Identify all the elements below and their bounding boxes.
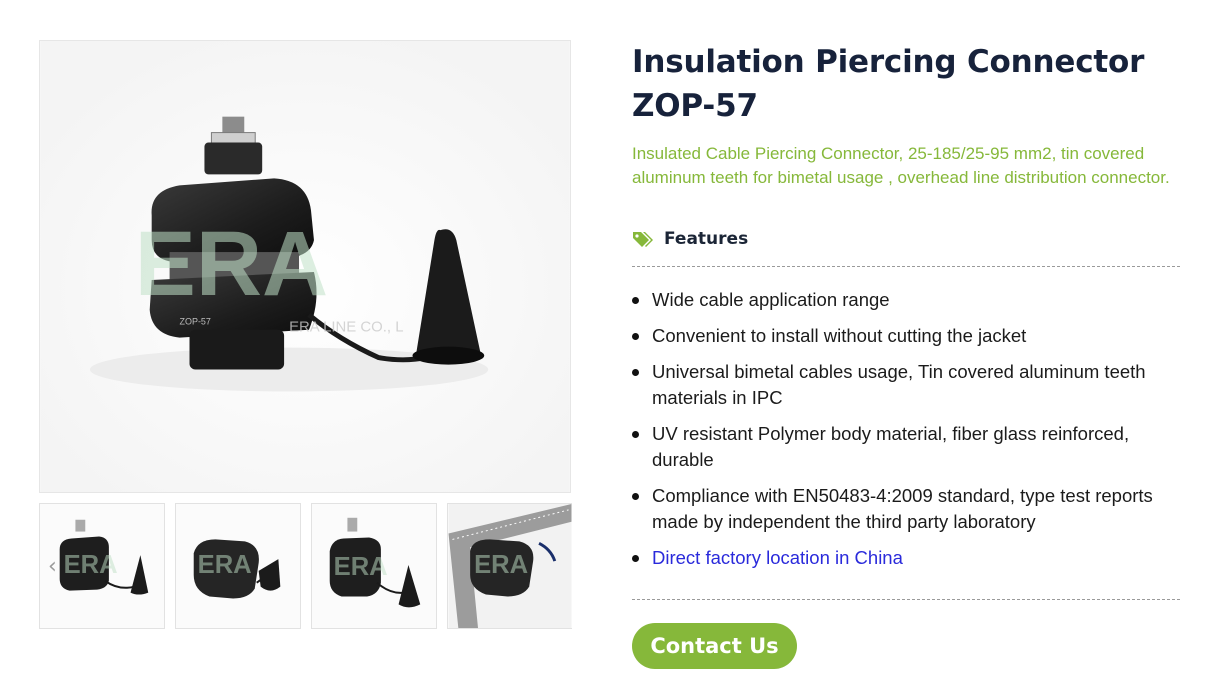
main-product-image[interactable]: ZOP-57 ERA ERA LINE CO., L xyxy=(39,40,571,493)
thumbnail-ruler-view[interactable]: ERA xyxy=(447,503,572,629)
divider xyxy=(632,599,1180,600)
svg-text:ERA LINE CO., L: ERA LINE CO., L xyxy=(289,319,403,336)
product-details: Insulation Piercing Connector ZOP-57 Ins… xyxy=(632,40,1180,669)
tag-icon xyxy=(633,232,653,247)
feature-item: UV resistant Polymer body material, fibe… xyxy=(632,421,1172,473)
thumbnail-angled-view[interactable]: ERA xyxy=(311,503,437,629)
thumbnail-image: ERA xyxy=(176,504,300,628)
svg-text:ERA: ERA xyxy=(474,551,528,579)
feature-item: Wide cable application range xyxy=(632,287,1172,313)
features-heading: Features xyxy=(632,224,1180,254)
contact-us-button[interactable]: Contact Us xyxy=(632,623,797,669)
svg-text:ERA: ERA xyxy=(198,551,252,579)
svg-text:ZOP-57: ZOP-57 xyxy=(180,317,211,327)
thumbnail-front-view[interactable]: ERA ‹ xyxy=(39,503,165,629)
thumbnail-side-view[interactable]: ERA xyxy=(175,503,301,629)
feature-item: Compliance with EN50483-4:2009 standard,… xyxy=(632,483,1172,535)
svg-text:ERA: ERA xyxy=(135,213,328,315)
connector-photo: ZOP-57 ERA ERA LINE CO., L xyxy=(40,41,570,492)
thumbnail-image: ERA xyxy=(312,504,436,628)
feature-item: Convenient to install without cutting th… xyxy=(632,323,1172,349)
svg-text:ERA: ERA xyxy=(334,553,388,581)
product-title: Insulation Piercing Connector ZOP-57 xyxy=(632,44,1145,124)
product-subtitle: Insulated Cable Piercing Connector, 25-1… xyxy=(632,144,1170,187)
features-label: Features xyxy=(664,229,749,249)
thumbnail-image: ERA xyxy=(448,504,572,628)
svg-text:ERA: ERA xyxy=(64,551,118,579)
chevron-left-icon[interactable]: ‹ xyxy=(48,556,66,578)
feature-list: Wide cable application range Convenient … xyxy=(632,267,1180,599)
feature-item: Universal bimetal cables usage, Tin cove… xyxy=(632,359,1172,411)
factory-location-link[interactable]: Direct factory location in China xyxy=(632,545,1172,571)
thumbnail-strip: ERA ‹ ERA ERA ERA xyxy=(39,503,572,629)
